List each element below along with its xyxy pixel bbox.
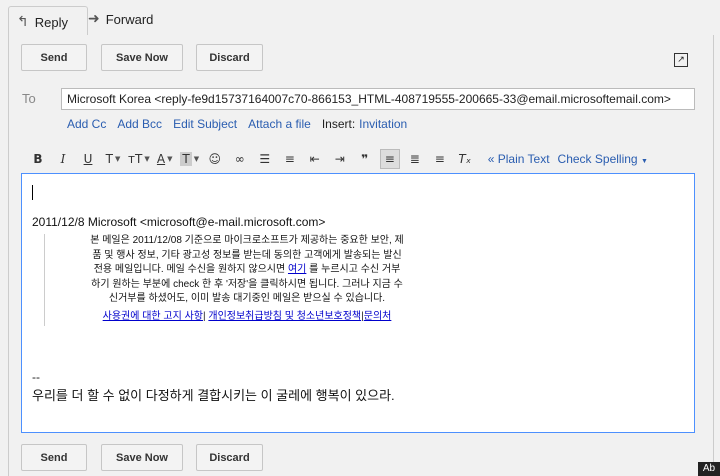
chevron-down-icon: ▼ [167,155,173,163]
forward-arrow-icon: ➜ [88,11,100,27]
attach-file-link[interactable]: Attach a file [248,117,311,131]
quoted-message: 본 메일은 2011/12/08 기준으로 마이크로소프트가 제공하는 중요한 … [44,234,441,326]
formatting-toolbar: B I U T ▼ тT ▼ A ▼ T ▼ ☺ ∞ ☰ ≡ ⇤ ⇥ ❞ ≡ ≣ ≡ T… [28,148,648,170]
align-center-icon[interactable]: ≣ [405,149,425,169]
save-now-button[interactable]: Save Now [101,444,183,471]
check-spelling-link[interactable]: Check Spelling ▼ [558,152,648,166]
quote-line: 하기 원하는 부분에 check 한 후 '저장'을 클릭하시면 됩니다. 그러… [91,278,403,290]
highlight-select[interactable]: T ▼ [180,149,200,169]
quote-line: 전용 메일입니다. 메일 수신을 원하지 않으시면 여기 를 누르시고 수신 거… [53,263,441,278]
tab-forward-label: Forward [105,11,154,27]
add-cc-link[interactable]: Add Cc [67,117,106,131]
text-color-select[interactable]: A ▼ [155,149,175,169]
chevron-down-icon: ▼ [640,158,648,165]
save-now-button[interactable]: Save Now [101,44,183,71]
discard-button[interactable]: Discard [196,444,263,471]
font-size-select[interactable]: тT ▼ [128,149,150,169]
bold-button[interactable]: B [28,149,48,169]
quote-footer-links: 사용권에 대한 고지 사항| 개인정보취급방침 및 청소년보호정책|문의처 [53,307,441,322]
insert-invitation-link[interactable]: Invitation [359,117,407,131]
unsubscribe-link[interactable]: 여기 [288,264,306,275]
separator: | [202,310,206,322]
to-field[interactable]: Microsoft Korea <reply-fe9d15737164007c7… [61,88,695,110]
send-button[interactable]: Send [21,44,87,71]
italic-button[interactable]: I [53,149,73,169]
discard-button[interactable]: Discard [196,44,263,71]
underline-button[interactable]: U [78,149,98,169]
align-right-icon[interactable]: ≡ [430,149,450,169]
align-left-icon[interactable]: ≡ [379,149,400,169]
send-button[interactable]: Send [21,444,87,471]
popout-icon[interactable]: ↗ [674,53,688,67]
to-label: To [22,91,36,106]
chevron-down-icon: ▼ [193,155,200,163]
tab-reply-label: Reply [34,14,68,30]
corner-badge: Ab [698,462,720,476]
compose-tabbar: ↰ Reply ➜ Forward [0,0,720,38]
quote-header: 2011/12/8 Microsoft <microsoft@e-mail.mi… [32,215,326,229]
add-bcc-link[interactable]: Add Bcc [117,117,162,131]
font-size-icon: тT [128,152,143,166]
chevron-down-icon: ▼ [114,155,121,163]
compose-links: Add Cc Add Bcc Edit Subject Attach a fil… [67,117,418,131]
text-color-icon: A [156,152,166,166]
signature-separator: -- [32,370,40,384]
quote-line-text: 를 누르시고 수신 거부 [309,264,401,275]
remove-formatting-icon[interactable]: Tₓ [455,149,475,169]
check-spelling-label: Check Spelling [557,152,638,166]
signature-text: 우리를 더 할 수 없이 다정하게 결합시키는 이 굴레에 행복이 있으라. [32,388,395,403]
quote-line: 본 메일은 2011/12/08 기준으로 마이크로소프트가 제공하는 중요한 … [90,235,404,246]
indent-less-icon[interactable]: ⇤ [305,149,325,169]
font-select[interactable]: T ▼ [103,149,123,169]
edit-subject-link[interactable]: Edit Subject [173,117,237,131]
quote-line: 신거부를 하셨어도, 이미 발송 대기중인 메일은 받으실 수 있습니다. [108,293,386,304]
quote-line-text: 전용 메일입니다. 메일 수신을 원하지 않으시면 [93,264,286,275]
message-body-editor[interactable]: 2011/12/8 Microsoft <microsoft@e-mail.mi… [21,173,695,433]
tab-forward[interactable]: ➜ Forward [88,6,153,32]
chevron-down-icon: ▼ [144,155,150,163]
text-cursor [32,185,33,200]
link-icon[interactable]: ∞ [230,149,250,169]
insert-label: Insert: [321,117,356,131]
highlight-icon: T [180,152,192,166]
bulleted-list-icon[interactable]: ≡ [280,149,300,169]
numbered-list-icon[interactable]: ☰ [255,149,275,169]
font-icon: T [105,152,113,166]
contact-link[interactable]: 문의처 [364,311,392,322]
reply-arrow-icon: ↰ [17,14,29,30]
plain-text-link[interactable]: « Plain Text [488,152,550,166]
notice-link[interactable]: 사용권에 대한 고지 사항 [103,311,203,322]
indent-more-icon[interactable]: ⇥ [330,149,350,169]
quote-line: 품 및 행사 정보, 기타 광고성 정보를 받는데 동의한 고객에게 발송되는 … [92,249,402,261]
privacy-policy-link[interactable]: 개인정보취급방침 및 청소년보호정책 [208,311,361,322]
tab-reply[interactable]: ↰ Reply [8,6,88,37]
emoji-icon[interactable]: ☺ [205,149,225,169]
quote-icon[interactable]: ❞ [355,149,375,169]
